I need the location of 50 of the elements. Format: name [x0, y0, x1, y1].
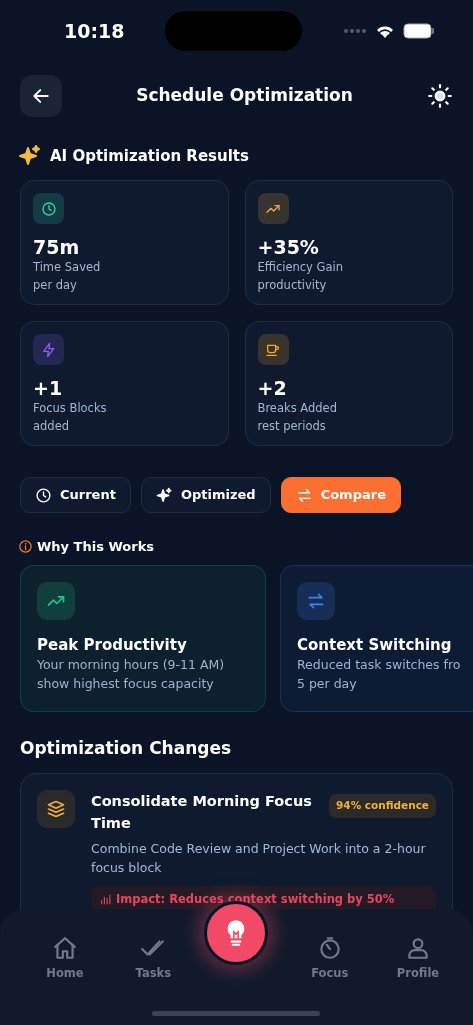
theme-toggle-icon[interactable]	[427, 83, 453, 109]
stat-caption: per day	[33, 276, 78, 294]
idea-fab-button[interactable]	[204, 901, 268, 965]
section-title: AI Optimization Results	[50, 145, 249, 167]
info-icon	[18, 539, 33, 555]
sparkle-icon	[155, 486, 173, 504]
section-title: Why This Works	[37, 538, 155, 556]
bar-chart-icon	[99, 892, 112, 906]
view-toggle-button[interactable]: Current	[20, 477, 131, 513]
home-icon	[52, 935, 78, 961]
stat-caption: rest periods	[257, 417, 327, 435]
battery-icon	[403, 23, 435, 39]
clock-icon	[35, 486, 52, 504]
change-description: Combine Code Review and Project Work into a 2-hour focus block	[91, 839, 427, 878]
stat-label: Time Saved	[33, 258, 102, 276]
stat-caption: productivity	[257, 276, 328, 294]
layers-icon	[46, 799, 66, 819]
impact-text: Impact: Reduces context switching by 50%	[116, 890, 395, 908]
signal-icon	[343, 28, 367, 34]
sparkle-icon	[18, 144, 42, 168]
profile-icon	[405, 935, 431, 961]
change-title: Consolidate Morning Focus Time	[91, 792, 313, 834]
nav-tab[interactable]: Home	[30, 935, 100, 983]
section-title: Optimization Changes	[20, 737, 232, 758]
stat-value: +35%	[257, 236, 320, 259]
swap-arrows-icon	[295, 486, 313, 504]
view-toggle-button[interactable]: Optimized	[140, 477, 271, 513]
confidence-badge: 94% confidence	[329, 794, 436, 818]
back-arrow-icon	[31, 86, 51, 106]
clock-icon	[40, 200, 57, 217]
view-toggle-button[interactable]: Compare	[280, 477, 401, 513]
insight-description: Your morning hours (9-11 AM) show highest focus capacity	[37, 656, 226, 693]
stat-label: Focus Blocks	[33, 399, 108, 417]
stat-value: +1	[33, 377, 64, 400]
stat-value: 75m	[33, 236, 81, 259]
insight-title: Context Switching	[297, 634, 453, 656]
insight-description: Reduced task switches fro 5 per day	[297, 656, 462, 693]
status-time: 10:18	[64, 18, 125, 44]
stat-label: Efficiency Gain	[257, 258, 344, 276]
back-button[interactable]	[20, 75, 62, 117]
lightning-icon	[40, 341, 57, 358]
stat-caption: added	[33, 417, 71, 435]
stat-label: Breaks Added	[257, 399, 338, 417]
screen-title: Schedule Optimization	[136, 84, 353, 108]
nav-tab[interactable]: Tasks	[118, 935, 189, 983]
insight-title: Peak Productivity	[37, 634, 188, 656]
stat-value: +2	[257, 377, 288, 400]
swap-arrows-icon	[306, 590, 326, 611]
nav-tab[interactable]: Focus	[294, 935, 365, 983]
nav-tab[interactable]: Profile	[383, 935, 453, 983]
